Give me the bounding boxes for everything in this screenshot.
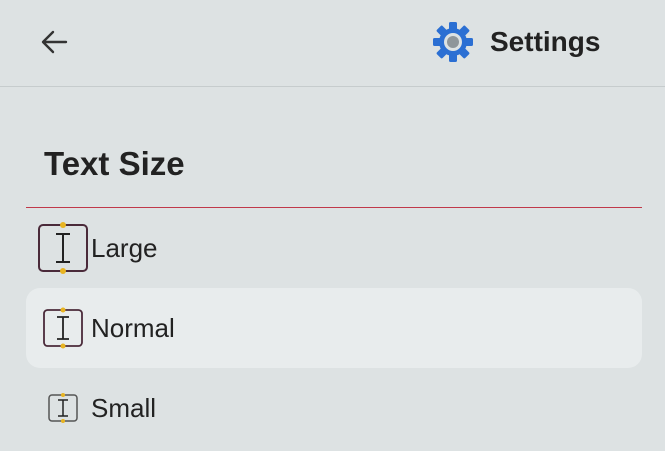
text-cursor-icon: [43, 307, 83, 349]
option-label: Normal: [91, 312, 175, 343]
option-label: Large: [91, 232, 158, 263]
option-label: Small: [91, 392, 157, 423]
page-title: Settings: [490, 26, 601, 57]
text-size-option-large[interactable]: Large: [26, 208, 642, 288]
text-cursor-icon: [38, 222, 88, 274]
back-button[interactable]: [36, 24, 72, 60]
arrow-left-icon: [41, 30, 68, 54]
gear-icon: [433, 22, 473, 62]
top-bar: Settings: [0, 0, 665, 87]
settings-header: Settings: [432, 20, 600, 64]
section-title: Text Size: [44, 145, 185, 182]
text-size-option-normal[interactable]: Normal: [26, 288, 642, 368]
text-size-option-small[interactable]: Small: [26, 368, 642, 448]
text-cursor-icon: [48, 393, 78, 423]
